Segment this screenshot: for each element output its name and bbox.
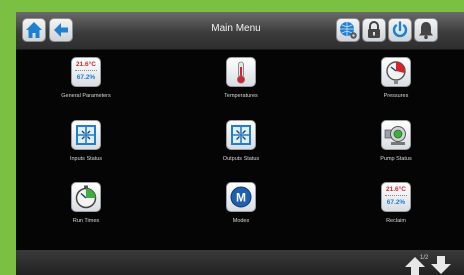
- temperature-humidity-readout-icon: 21.6°C 67.2%: [381, 182, 411, 212]
- inputs-grid-icon: [76, 125, 96, 145]
- menu-item-label: Pressures: [383, 93, 409, 99]
- outputs-grid-icon: [231, 125, 251, 145]
- tile: [71, 120, 101, 150]
- network-settings-button[interactable]: [336, 18, 360, 42]
- tile: [226, 57, 256, 87]
- menu-item-label: Reclaim: [386, 218, 406, 224]
- temperature-value: 21.6°C: [386, 186, 406, 193]
- menu-item-label: Modes: [232, 218, 250, 224]
- temperature-humidity-readout-icon: 21.6°C 67.2%: [71, 57, 101, 87]
- menu-item-temperatures[interactable]: Temperatures: [191, 57, 291, 99]
- menu-item-label: Outputs Status: [222, 156, 260, 162]
- lock-icon: [368, 21, 380, 38]
- menu-item-label: Run Times: [72, 218, 100, 224]
- page-up-button[interactable]: [404, 256, 426, 275]
- menu-item-inputs-status[interactable]: Inputs Status: [36, 120, 136, 162]
- humidity-value: 67.2%: [76, 74, 96, 81]
- tile: [381, 120, 411, 150]
- thermometer-icon: [236, 61, 245, 84]
- top-bar: Main Menu: [16, 12, 464, 50]
- back-arrow-icon: [54, 23, 68, 37]
- page-title: Main Menu: [211, 23, 261, 34]
- menu-item-label: Pump Status: [380, 156, 412, 162]
- menu-item-label: General Parameters: [61, 93, 111, 99]
- divider: [75, 70, 97, 71]
- temperature-value: 21.6°C: [76, 61, 96, 68]
- tile: M: [226, 182, 256, 212]
- back-button[interactable]: [49, 18, 73, 42]
- tile: [71, 182, 101, 212]
- menu-item-modes[interactable]: M Modes: [191, 182, 291, 224]
- globe-gear-icon: [340, 22, 357, 39]
- bottom-bar: [16, 250, 464, 275]
- home-button[interactable]: [22, 18, 46, 42]
- svg-text:M: M: [236, 191, 246, 205]
- divider: [385, 195, 407, 196]
- menu-item-pump-status[interactable]: Pump Status: [346, 120, 446, 162]
- menu-item-general-parameters[interactable]: 21.6°C 67.2% General Parameters: [36, 57, 136, 99]
- pressure-gauge-icon: [386, 61, 406, 84]
- humidity-value: 67.2%: [386, 199, 406, 206]
- pump-icon: [384, 126, 406, 145]
- home-icon: [26, 22, 42, 38]
- menu-item-outputs-status[interactable]: Outputs Status: [191, 120, 291, 162]
- menu-item-label: Temperatures: [224, 93, 258, 99]
- bell-icon: [419, 22, 433, 40]
- power-icon: [392, 21, 408, 38]
- lock-button[interactable]: [362, 18, 386, 42]
- hmi-screen: Main Menu 21.6°C 67.2% General Parameter…: [16, 12, 464, 275]
- power-button[interactable]: [388, 18, 412, 42]
- tile: [381, 57, 411, 87]
- menu-item-reclaim[interactable]: 21.6°C 67.2% Reclaim: [346, 182, 446, 224]
- mode-m-icon: M: [230, 186, 252, 208]
- menu-item-run-times[interactable]: Run Times: [36, 182, 136, 224]
- down-arrow-icon: [431, 256, 451, 274]
- tile: [226, 120, 256, 150]
- menu-item-label: Inputs Status: [69, 156, 103, 162]
- up-arrow-icon: [405, 257, 425, 275]
- stopwatch-icon: [75, 185, 97, 209]
- menu-item-pressures[interactable]: Pressures: [346, 57, 446, 99]
- page-down-button[interactable]: [430, 256, 452, 275]
- alarm-button[interactable]: [414, 18, 438, 42]
